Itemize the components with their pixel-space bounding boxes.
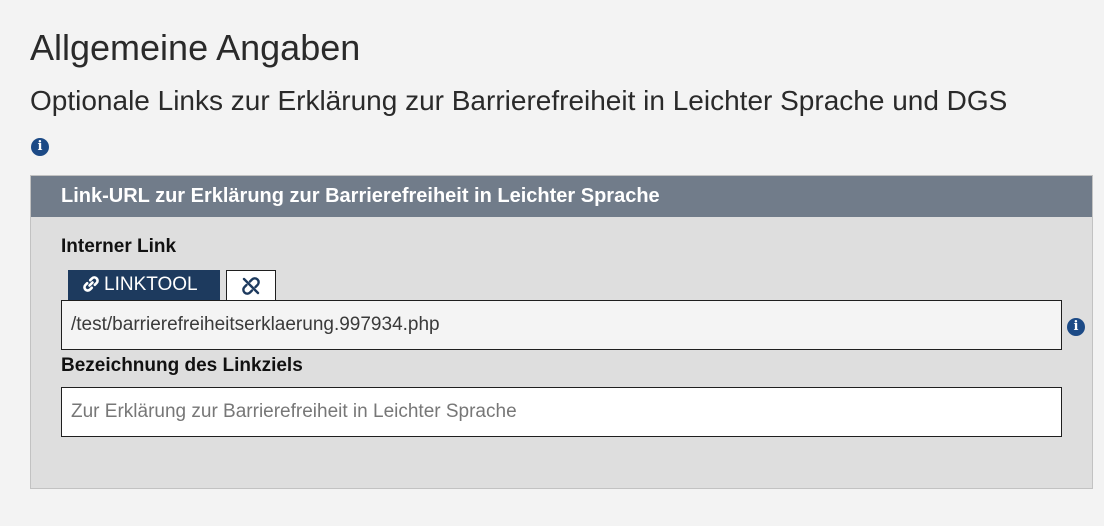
unlink-button[interactable]	[226, 270, 276, 300]
info-icon[interactable]: i	[31, 138, 49, 156]
url-info-icon[interactable]: i	[1067, 318, 1085, 336]
page-title: Allgemeine Angaben	[30, 27, 361, 68]
link-target-field[interactable]	[61, 387, 1062, 437]
internal-link-label: Interner Link	[61, 236, 177, 257]
panel-header: Link-URL zur Erklärung zur Barrierefreih…	[31, 176, 1092, 217]
url-info-icon-glyph: i	[1073, 319, 1079, 334]
link-target-label: Bezeichnung des Linkziels	[61, 355, 303, 376]
internal-link-url-field[interactable]	[61, 300, 1062, 350]
page: Allgemeine Angaben Optionale Links zur E…	[0, 0, 1104, 526]
link-icon	[83, 276, 99, 292]
info-icon-glyph: i	[37, 139, 43, 154]
linktool-button[interactable]: LINKTOOL	[68, 270, 220, 300]
link-panel: Link-URL zur Erklärung zur Barrierefreih…	[30, 175, 1093, 489]
section-subtitle: Optionale Links zur Erklärung zur Barrie…	[30, 85, 1008, 116]
linktool-button-label: LINKTOOL	[104, 274, 198, 295]
unlink-icon	[242, 277, 260, 295]
